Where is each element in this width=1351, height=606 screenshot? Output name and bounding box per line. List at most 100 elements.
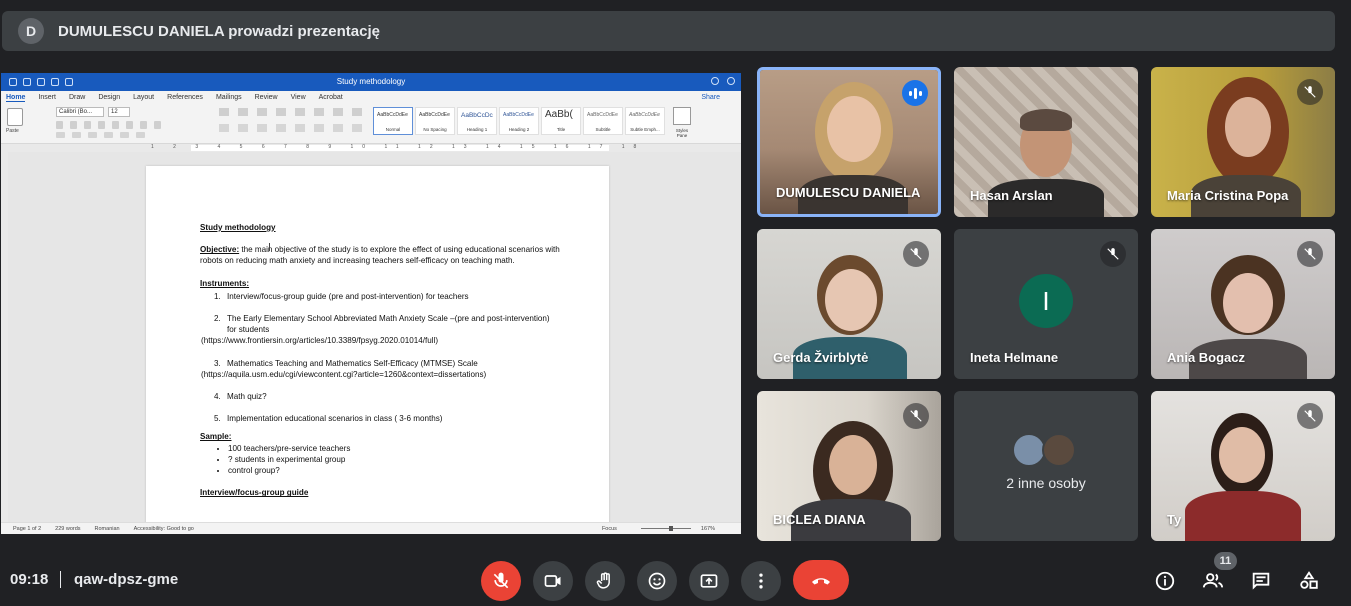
avatar [1012, 433, 1046, 467]
meeting-code: qaw-dpsz-gme [74, 571, 179, 588]
list-item: 2. The Early Elementary School Abbreviate… [201, 314, 550, 346]
camera-icon [544, 575, 561, 587]
people-icon [1202, 573, 1224, 588]
participant-name: Gerda Žvirblytė [773, 350, 869, 365]
tab-layout[interactable]: Layout [133, 94, 154, 101]
tab-insert[interactable]: Insert [38, 94, 56, 101]
speaking-indicator-icon [902, 80, 928, 106]
participant-tile[interactable]: Maria Cristina Popa [1151, 67, 1335, 217]
style-heading-2[interactable]: AaBbCcDdEe Heading 2 [499, 107, 539, 135]
objective-label: Objective: [200, 245, 240, 255]
ribbon: Paste Calibri (Bo... 12 AaBbCcDdEe Normal… [1, 104, 741, 144]
style-title[interactable]: AaBb(Title [541, 107, 581, 135]
mic-off-icon [493, 572, 509, 589]
share-icon [727, 77, 735, 85]
list-item: 100 teachers/pre-service teachers [228, 443, 570, 454]
others-count: 2 inne osoby [1006, 475, 1086, 491]
horizontal-ruler: 1 2 3 4 5 6 7 8 9 10 11 12 13 14 15 16 1… [1, 144, 741, 152]
mic-off-icon [903, 403, 929, 429]
word-titlebar: Study methodology [1, 73, 741, 91]
document-text: Study methodology Objective: the main ob… [200, 222, 570, 498]
paste-icon[interactable] [7, 108, 23, 126]
styles-gallery: AaBbCcDdEe Normal AaBbCcDdEe No Spacing Aa… [373, 107, 665, 135]
chat-icon [1252, 572, 1270, 590]
participant-tile[interactable]: Gerda Žvirblytė [757, 229, 941, 379]
paragraph-buttons[interactable] [219, 108, 362, 116]
reactions-button[interactable] [637, 561, 677, 601]
tab-mailings[interactable]: Mailings [216, 94, 242, 101]
mic-off-icon [1297, 403, 1323, 429]
more-vert-icon [759, 573, 763, 589]
focus-button[interactable]: Focus [602, 526, 617, 532]
presenting-text: DUMULESCU DANIELA prowadzi prezentację [58, 22, 380, 40]
style-normal[interactable]: AaBbCcDdEe Normal [373, 107, 413, 135]
format-buttons[interactable] [56, 121, 161, 129]
leave-call-button[interactable] [793, 560, 849, 600]
meeting-info-button[interactable] [1153, 569, 1177, 593]
control-bar: 09:18 qaw-dpsz-gme 11 [0, 552, 1351, 606]
participant-tile[interactable]: Ty [1151, 391, 1335, 541]
search-icon [711, 77, 719, 85]
others-tile[interactable]: 2 inne osoby [954, 391, 1138, 541]
present-screen-button[interactable] [689, 561, 729, 601]
meeting-time: 09:18 [10, 571, 49, 588]
hangup-icon [812, 578, 830, 585]
list-item: 3. Mathematics Teaching and Mathematics S… [201, 358, 487, 379]
tab-view[interactable]: View [291, 94, 306, 101]
participant-name: Maria Cristina Popa [1167, 188, 1289, 203]
style-subtitle[interactable]: AaBbCcDdEe Subtitle [583, 107, 623, 135]
camera-toggle-button[interactable] [533, 561, 573, 601]
more-options-button[interactable] [741, 561, 781, 601]
status-bar: Page 1 of 2 229 words Romanian Accessibi… [1, 522, 741, 534]
sample-label: Sample: [200, 432, 232, 442]
style-subtle-emphasis[interactable]: AaBbCcDdEe Subtle Emph... [625, 107, 665, 135]
paste-label: Paste [6, 128, 19, 134]
tab-home[interactable]: Home [6, 94, 26, 102]
participant-tile[interactable]: I Ineta Helmane [954, 229, 1138, 379]
list-item: ? students in experimental group [228, 454, 570, 465]
zoom-level: 167% [700, 525, 715, 532]
alignment-buttons[interactable] [219, 124, 362, 132]
text-cursor [269, 243, 270, 251]
tab-acrobat[interactable]: Acrobat [319, 94, 343, 101]
presenter-avatar: D [18, 18, 44, 44]
zoom-slider[interactable] [640, 526, 691, 531]
interview-label: Interview/focus-group guide [200, 488, 309, 498]
styles-pane-icon[interactable] [673, 107, 691, 125]
ribbon-tabs: Home Insert Draw Design Layout Reference… [1, 91, 741, 104]
font-size-select[interactable]: 12 [108, 107, 130, 117]
style-no-spacing[interactable]: AaBbCcDdEe No Spacing [415, 107, 455, 135]
tab-design[interactable]: Design [98, 94, 120, 101]
font-name-select[interactable]: Calibri (Bo... [56, 107, 104, 117]
participant-tile[interactable]: DUMULESCU DANIELA [757, 67, 941, 217]
chat-button[interactable] [1249, 569, 1273, 593]
people-button[interactable] [1201, 569, 1225, 593]
style-heading-1[interactable]: AaBbCcDc Heading 1 [457, 107, 497, 135]
styles-pane-label: Styles Pane [675, 128, 689, 138]
share-button[interactable]: Share [701, 94, 720, 101]
document-page[interactable]: Study methodology Objective: the main ob… [146, 166, 609, 526]
mic-off-icon [1297, 241, 1323, 267]
sample-list: 100 teachers/pre-service teachers ? stud… [228, 443, 570, 477]
activities-button[interactable] [1297, 569, 1321, 593]
list-item: 4. Math quiz? [214, 392, 267, 402]
tab-review[interactable]: Review [255, 94, 278, 101]
mic-off-icon [903, 241, 929, 267]
divider [60, 571, 61, 588]
mic-toggle-button[interactable] [481, 561, 521, 601]
participant-tile[interactable]: BICLEA DIANA [757, 391, 941, 541]
participant-tile[interactable]: Hasan Arslan [954, 67, 1138, 217]
info-icon [1155, 571, 1175, 591]
raise-hand-button[interactable] [585, 561, 625, 601]
color-buttons[interactable] [56, 132, 145, 138]
presenting-banner: D DUMULESCU DANIELA prowadzi prezentację [2, 11, 1335, 51]
tab-draw[interactable]: Draw [69, 94, 85, 101]
participant-tile[interactable]: Ania Bogacz [1151, 229, 1335, 379]
objective-text: the main objective of the study is to ex… [200, 245, 560, 266]
mic-off-icon [1297, 79, 1323, 105]
tab-references[interactable]: References [167, 94, 203, 101]
vertical-ruler [1, 152, 8, 522]
instruments-list: 1. Interview/focus-group guide (pre and p… [201, 291, 570, 425]
emoji-icon [648, 572, 666, 590]
doc-heading: Study methodology [200, 223, 276, 232]
